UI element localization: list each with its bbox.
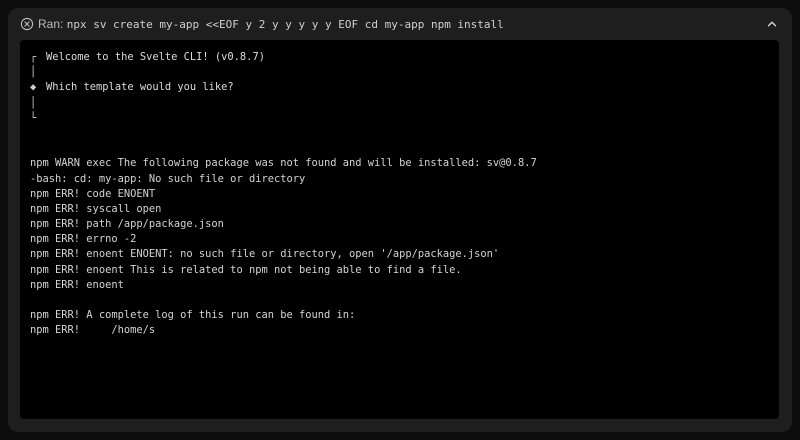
terminal-line-text: npm ERR! enoent xyxy=(30,278,124,291)
terminal-output[interactable]: ┌ Welcome to the Svelte CLI! (v0.8.7) │ ◆ Wh… xyxy=(20,40,779,419)
terminal-line: │ xyxy=(30,65,769,80)
terminal-line: -bash: cd: my-app: No such file or direc… xyxy=(30,172,769,187)
terminal-line-text: npm ERR! enoent ENOENT: no such file or … xyxy=(30,248,500,261)
terminal-lines: ┌ Welcome to the Svelte CLI! (v0.8.7) │ ◆ Wh… xyxy=(30,50,769,339)
terminal-line-text: Which template would you like? xyxy=(46,81,234,94)
terminal-line-text: npm WARN exec The following package was … xyxy=(30,157,537,170)
command-header[interactable]: Ran: npx sv create my-app <<EOF y 2 y y … xyxy=(8,8,792,40)
prompt-glyph: └ xyxy=(30,111,37,124)
terminal-line: │ xyxy=(30,96,769,111)
chevron-up-icon[interactable] xyxy=(766,18,778,30)
terminal-line: npm WARN exec The following package was … xyxy=(30,156,769,171)
terminal-line: └ xyxy=(30,111,769,126)
terminal-line: ◆ Which template would you like? xyxy=(30,80,769,95)
terminal-line-text: npm ERR! enoent This is related to npm n… xyxy=(30,263,462,276)
terminal-line-text: npm ERR! /home/s xyxy=(30,324,156,337)
prompt-glyph: ◆ xyxy=(30,81,37,94)
terminal-line-text: npm ERR! path /app/package.json xyxy=(30,218,224,231)
prompt-glyph: │ xyxy=(30,96,37,109)
terminal-line: npm ERR! errno -2 xyxy=(30,232,769,247)
command-output-panel: Ran: npx sv create my-app <<EOF y 2 y y … xyxy=(8,8,792,432)
terminal-line-text: -bash: cd: my-app: No such file or direc… xyxy=(30,172,306,185)
terminal-line-text: Welcome to the Svelte CLI! (v0.8.7) xyxy=(46,51,265,63)
terminal-line: npm ERR! A complete log of this run can … xyxy=(30,308,769,323)
terminal-line-text: npm ERR! code ENOENT xyxy=(30,187,156,200)
terminal-line: npm ERR! code ENOENT xyxy=(30,187,769,202)
terminal-line: npm ERR! enoent This is related to npm n… xyxy=(30,263,769,278)
prompt-glyph: │ xyxy=(30,66,37,79)
command-text: npx sv create my-app <<EOF y 2 y y y y y… xyxy=(66,18,504,31)
terminal-line: npm ERR! syscall open xyxy=(30,202,769,217)
terminal-line: npm ERR! path /app/package.json xyxy=(30,217,769,232)
terminal-line-text: npm ERR! syscall open xyxy=(30,202,162,215)
terminal-line-text: npm ERR! errno -2 xyxy=(30,233,137,246)
prompt-glyph: ┌ xyxy=(30,51,37,63)
circle-x-icon xyxy=(20,17,34,31)
terminal-line: ┌ Welcome to the Svelte CLI! (v0.8.7) xyxy=(30,50,769,65)
command-summary: Ran: npx sv create my-app <<EOF y 2 y y … xyxy=(38,16,504,32)
terminal-line: npm ERR! /home/s xyxy=(30,323,769,338)
ran-label: Ran: xyxy=(38,17,64,31)
terminal-line: npm ERR! enoent xyxy=(30,278,769,293)
terminal-line-text: npm ERR! A complete log of this run can … xyxy=(30,309,356,322)
terminal-line: npm ERR! enoent ENOENT: no such file or … xyxy=(30,247,769,262)
